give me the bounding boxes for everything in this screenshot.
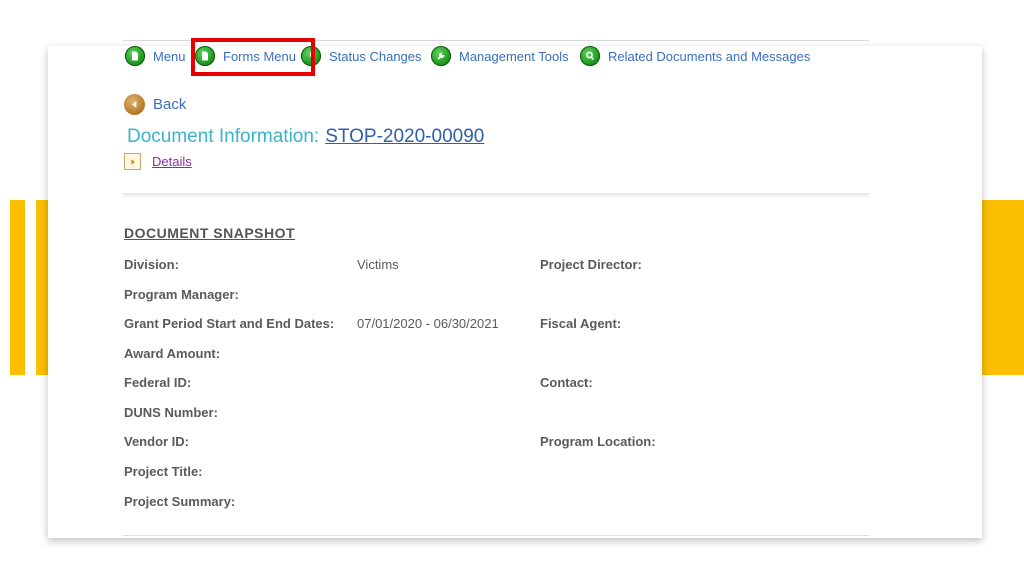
document-information-heading: Document Information: STOP-2020-00090 [127,126,484,148]
vendor-id-label: Vendor ID: [124,434,190,449]
fiscal-agent-label: Fiscal Agent: [540,316,622,331]
award-amount-label: Award Amount: [124,346,221,361]
nav-related-documents[interactable]: Related Documents and Messages [580,44,810,68]
nav-menu-label: Menu [153,48,186,64]
nav-management-tools[interactable]: Management Tools [431,44,569,68]
section-divider [123,193,869,197]
forms-menu-highlight-box [191,38,315,76]
back-arrow-icon [124,94,145,115]
contact-label: Contact: [540,375,593,390]
wrench-icon [431,46,451,66]
grant-period-value: 07/01/2020 - 06/30/2021 [357,316,499,331]
project-summary-label: Project Summary: [124,494,236,509]
back-button[interactable]: Back [124,94,186,115]
expand-arrow-icon [124,153,141,170]
decor-bar-right [980,200,1024,375]
document-id-link[interactable]: STOP-2020-00090 [325,126,484,147]
project-title-label: Project Title: [124,464,203,479]
duns-number-label: DUNS Number: [124,405,218,420]
details-link[interactable]: Details [152,154,192,169]
division-label: Division: [124,257,179,272]
federal-id-label: Federal ID: [124,375,192,390]
document-icon [125,46,145,66]
project-director-label: Project Director: [540,257,642,272]
document-title-prefix: Document Information: [127,126,320,147]
bottom-divider [123,535,869,536]
snapshot-heading: DOCUMENT SNAPSHOT [124,225,296,241]
nav-status-changes[interactable]: Status Changes [301,44,422,68]
nav-status-changes-label: Status Changes [329,48,422,64]
nav-management-tools-label: Management Tools [459,48,569,64]
nav-menu[interactable]: Menu [125,44,186,68]
details-toggle[interactable]: Details [124,153,192,170]
search-icon [580,46,600,66]
division-value: Victims [357,257,399,272]
back-label: Back [153,96,187,113]
program-location-label: Program Location: [540,434,656,449]
program-manager-label: Program Manager: [124,287,239,302]
decor-bar-left-1 [10,200,25,375]
nav-related-documents-label: Related Documents and Messages [608,48,811,64]
grant-period-label: Grant Period Start and End Dates: [124,316,335,331]
